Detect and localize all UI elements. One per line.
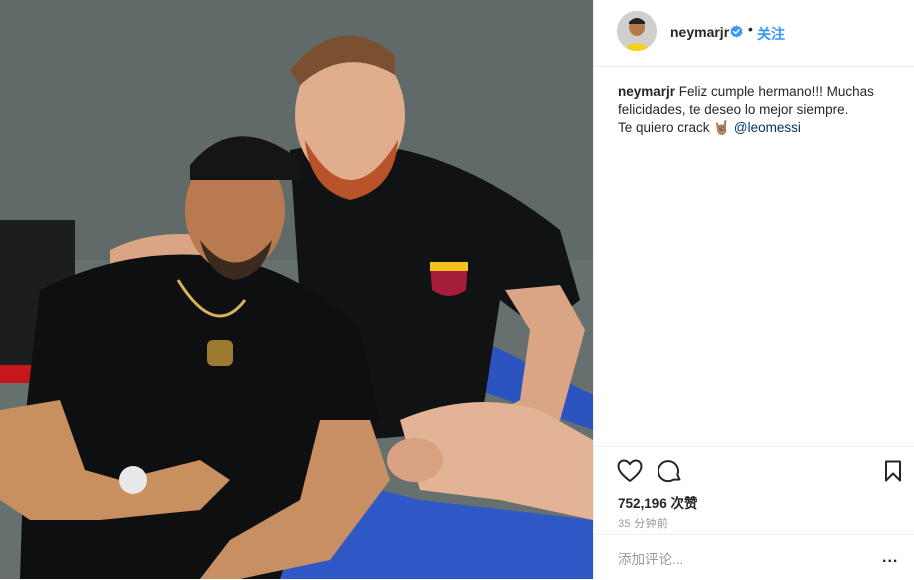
post-photo[interactable] — [0, 0, 593, 579]
caption-username[interactable]: neymarjr — [618, 84, 675, 99]
follow-button[interactable]: 关注 — [757, 24, 785, 44]
mention-link[interactable]: @leomessi — [734, 120, 801, 135]
separator-dot: • — [748, 21, 753, 37]
post-caption: neymarjr Feliz cumple hermano!!! Muchas … — [618, 83, 898, 137]
like-count[interactable]: 752,196 次赞 — [618, 492, 698, 512]
post-sidebar: neymarjr • 关注 neymarjr Feliz cumple herm… — [593, 0, 914, 579]
rock-hand-emoji: 🤘🏽 — [713, 120, 731, 135]
verified-badge-icon — [730, 25, 743, 38]
more-options-button[interactable]: ... — [882, 549, 898, 567]
avatar[interactable] — [617, 11, 657, 51]
comment-bar: ... — [594, 534, 914, 580]
comment-input[interactable] — [616, 549, 870, 569]
heart-icon[interactable] — [617, 459, 643, 483]
photo-illustration — [0, 0, 593, 579]
post-timestamp[interactable]: 35 分钟前 — [618, 515, 668, 531]
bookmark-icon[interactable] — [884, 460, 902, 482]
comment-bubble-icon[interactable] — [658, 459, 682, 483]
caption-text-line2: Te quiero crack — [618, 120, 714, 135]
author-username[interactable]: neymarjr — [670, 24, 729, 40]
post-header: neymarjr • 关注 — [594, 0, 914, 67]
